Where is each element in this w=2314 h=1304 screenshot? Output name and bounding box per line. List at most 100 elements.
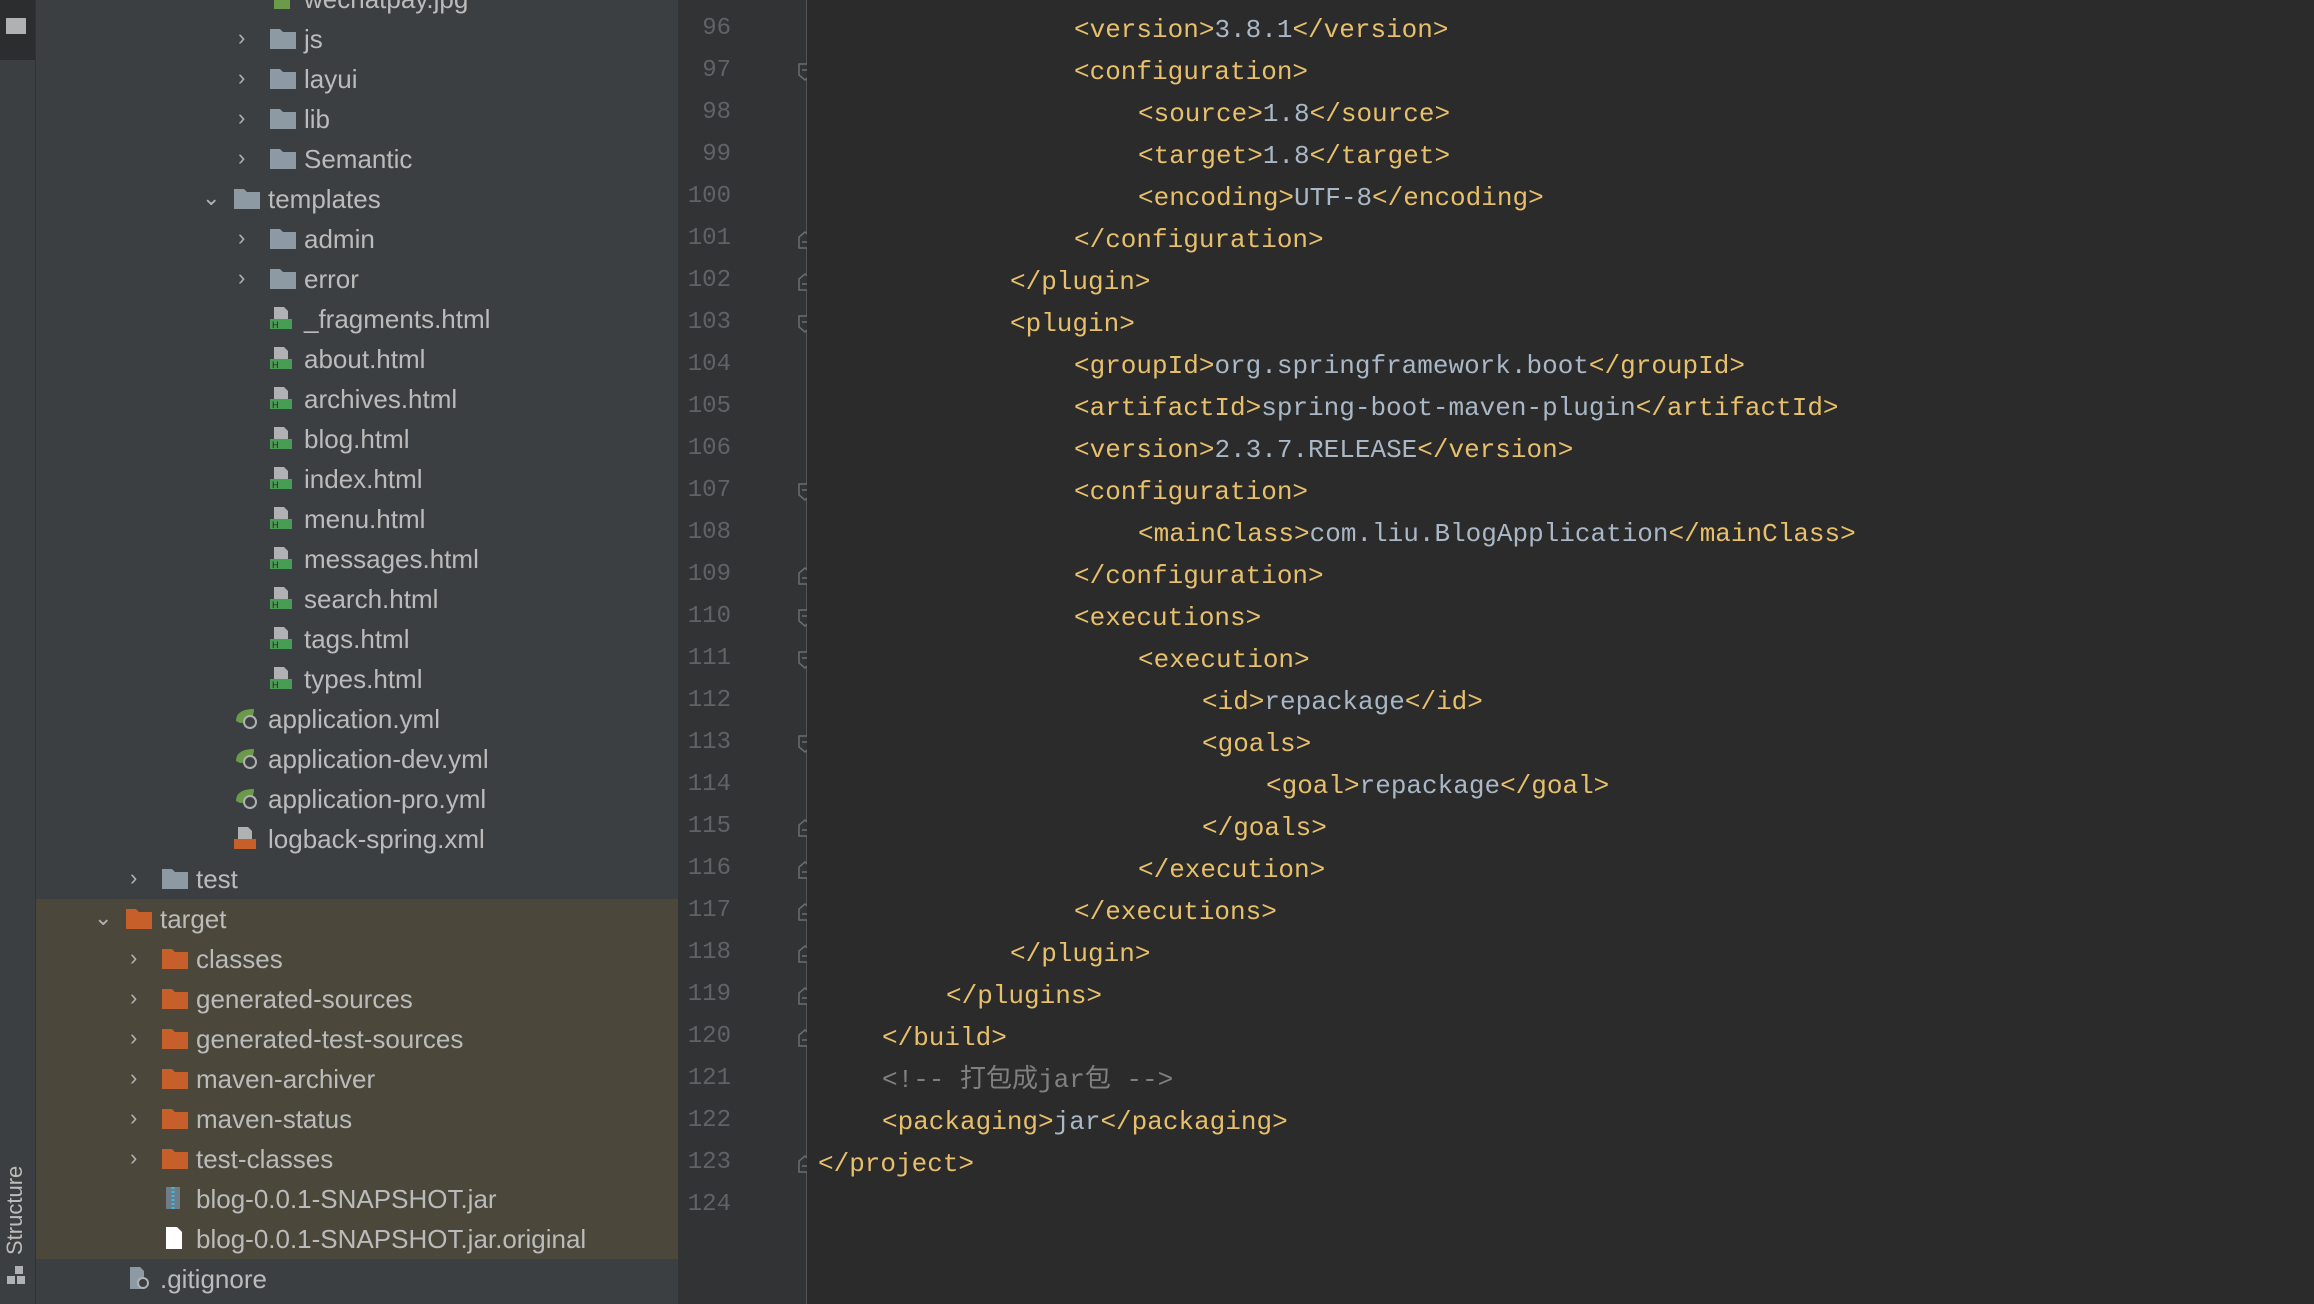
chevron-right-icon[interactable]: ›: [238, 267, 260, 289]
chevron-down-icon[interactable]: ⌄: [94, 907, 116, 929]
line-number: 119: [687, 981, 731, 1008]
folder-icon: [270, 67, 296, 89]
code-line: <!-- 打包成jar包 -->: [882, 1059, 1173, 1101]
folder-icon: [6, 18, 26, 34]
project-tool-button[interactable]: [0, 0, 35, 60]
structure-tool-button[interactable]: Structure: [2, 1166, 28, 1255]
xml-tag: </goal>: [1500, 771, 1610, 801]
chevron-right-icon[interactable]: ›: [238, 67, 260, 89]
tree-item[interactable]: .gitignore: [36, 1259, 678, 1299]
tree-item[interactable]: › Semantic: [36, 139, 678, 179]
chevron-right-icon[interactable]: ›: [130, 1147, 152, 1169]
code-editor[interactable]: <version>3.8.1</version> <configuration> <…: [807, 0, 2314, 1304]
xml-tag: </id>: [1404, 687, 1483, 717]
tree-item[interactable]: › test-classes: [36, 1139, 678, 1179]
xml-tag: </goals>: [1202, 813, 1327, 843]
code-line: <target>1.8</target>: [1138, 135, 1450, 177]
xml-tag: <id>: [1202, 687, 1265, 717]
chevron-right-icon[interactable]: ›: [130, 1027, 152, 1049]
tree-item[interactable]: › maven-status: [36, 1099, 678, 1139]
tree-item[interactable]: Hindex.html: [36, 459, 678, 499]
xml-tag: <groupId>: [1074, 351, 1215, 381]
tree-item[interactable]: Hblog.html: [36, 419, 678, 459]
tree-item[interactable]: › classes: [36, 939, 678, 979]
xml-tag: </plugin>: [1010, 267, 1151, 297]
tree-item[interactable]: › layui: [36, 59, 678, 99]
chevron-right-icon[interactable]: ›: [238, 147, 260, 169]
svg-text:H: H: [272, 360, 279, 369]
tree-item[interactable]: Hsearch.html: [36, 579, 678, 619]
line-number: 120: [687, 1023, 731, 1050]
tree-item[interactable]: blog-0.0.1-SNAPSHOT.jar: [36, 1179, 678, 1219]
xml-value: UTF-8: [1294, 183, 1373, 213]
line-number: 96: [702, 15, 731, 42]
chevron-right-icon[interactable]: ›: [130, 947, 152, 969]
tree-item-label: application.yml: [268, 704, 440, 734]
chevron-right-icon[interactable]: ›: [238, 107, 260, 129]
chevron-right-icon[interactable]: ›: [130, 867, 152, 889]
tree-item[interactable]: Hmessages.html: [36, 539, 678, 579]
tree-item[interactable]: › generated-sources: [36, 979, 678, 1019]
line-number: 116: [687, 855, 731, 882]
excluded-icon: [162, 987, 188, 1009]
xml-tag: </build>: [882, 1023, 1007, 1053]
tree-item[interactable]: › lib: [36, 99, 678, 139]
chevron-right-icon[interactable]: ›: [130, 1067, 152, 1089]
tree-item-label: application-dev.yml: [268, 744, 489, 774]
code-line: <configuration>: [1074, 471, 1308, 513]
tree-item-label: error: [304, 264, 359, 294]
chevron-right-icon[interactable]: ›: [130, 1107, 152, 1129]
tree-item-label: layui: [304, 64, 358, 94]
line-number: 105: [687, 393, 731, 420]
tree-item[interactable]: wechatpay.jpg: [36, 0, 678, 19]
tree-item[interactable]: › js: [36, 19, 678, 59]
code-line: </execution>: [1138, 849, 1325, 891]
tree-item[interactable]: H _fragments.html: [36, 299, 678, 339]
tree-item[interactable]: ⌄ templates: [36, 179, 678, 219]
folder-icon: [270, 107, 296, 129]
tree-item[interactable]: blog-0.0.1-SNAPSHOT.jar.original: [36, 1219, 678, 1259]
tree-item[interactable]: › test: [36, 859, 678, 899]
tree-item[interactable]: ⌄ target: [36, 899, 678, 939]
tree-item-label: .gitignore: [160, 1264, 267, 1294]
chevron-right-icon[interactable]: ›: [238, 227, 260, 249]
xml-tag: </mainClass>: [1668, 519, 1856, 549]
xml-tag: <encoding>: [1138, 183, 1295, 213]
xml-tag: <goal>: [1266, 771, 1360, 801]
yml-icon: [234, 747, 260, 769]
html-icon: H: [270, 587, 296, 610]
tree-item-label: generated-sources: [196, 984, 413, 1014]
tree-item[interactable]: Htags.html: [36, 619, 678, 659]
tree-item-label: lib: [304, 104, 331, 134]
tree-item-label: test-classes: [196, 1144, 334, 1174]
line-number: 100: [687, 183, 731, 210]
line-number: 99: [702, 141, 731, 168]
code-line: </plugin>: [1010, 261, 1150, 303]
tree-item[interactable]: application-dev.yml: [36, 739, 678, 779]
tree-item[interactable]: › admin: [36, 219, 678, 259]
tree-item[interactable]: application.yml: [36, 699, 678, 739]
tree-item[interactable]: › generated-test-sources: [36, 1019, 678, 1059]
folder-icon: [162, 867, 188, 889]
line-number: 106: [687, 435, 731, 462]
chevron-right-icon[interactable]: ›: [238, 27, 260, 49]
svg-text:H: H: [272, 640, 279, 649]
xml-tag: </configuration>: [1074, 561, 1324, 591]
xml-tag: <configuration>: [1074, 57, 1309, 87]
chevron-down-icon[interactable]: ⌄: [202, 187, 224, 209]
tree-item[interactable]: › maven-archiver: [36, 1059, 678, 1099]
chevron-right-icon[interactable]: ›: [130, 987, 152, 1009]
tree-item-label: _fragments.html: [304, 304, 491, 334]
tree-item[interactable]: Htypes.html: [36, 659, 678, 699]
tree-item[interactable]: Hmenu.html: [36, 499, 678, 539]
tree-item[interactable]: logback-spring.xml: [36, 819, 678, 859]
html-icon: H: [270, 547, 296, 570]
tree-item[interactable]: application-pro.yml: [36, 779, 678, 819]
tree-item[interactable]: Habout.html: [36, 339, 678, 379]
tree-item[interactable]: Harchives.html: [36, 379, 678, 419]
tree-item-label: maven-archiver: [196, 1064, 376, 1094]
tree-item[interactable]: › error: [36, 259, 678, 299]
code-line: </build>: [882, 1017, 1007, 1059]
line-number: 107: [687, 477, 731, 504]
xml-icon: [234, 827, 260, 849]
